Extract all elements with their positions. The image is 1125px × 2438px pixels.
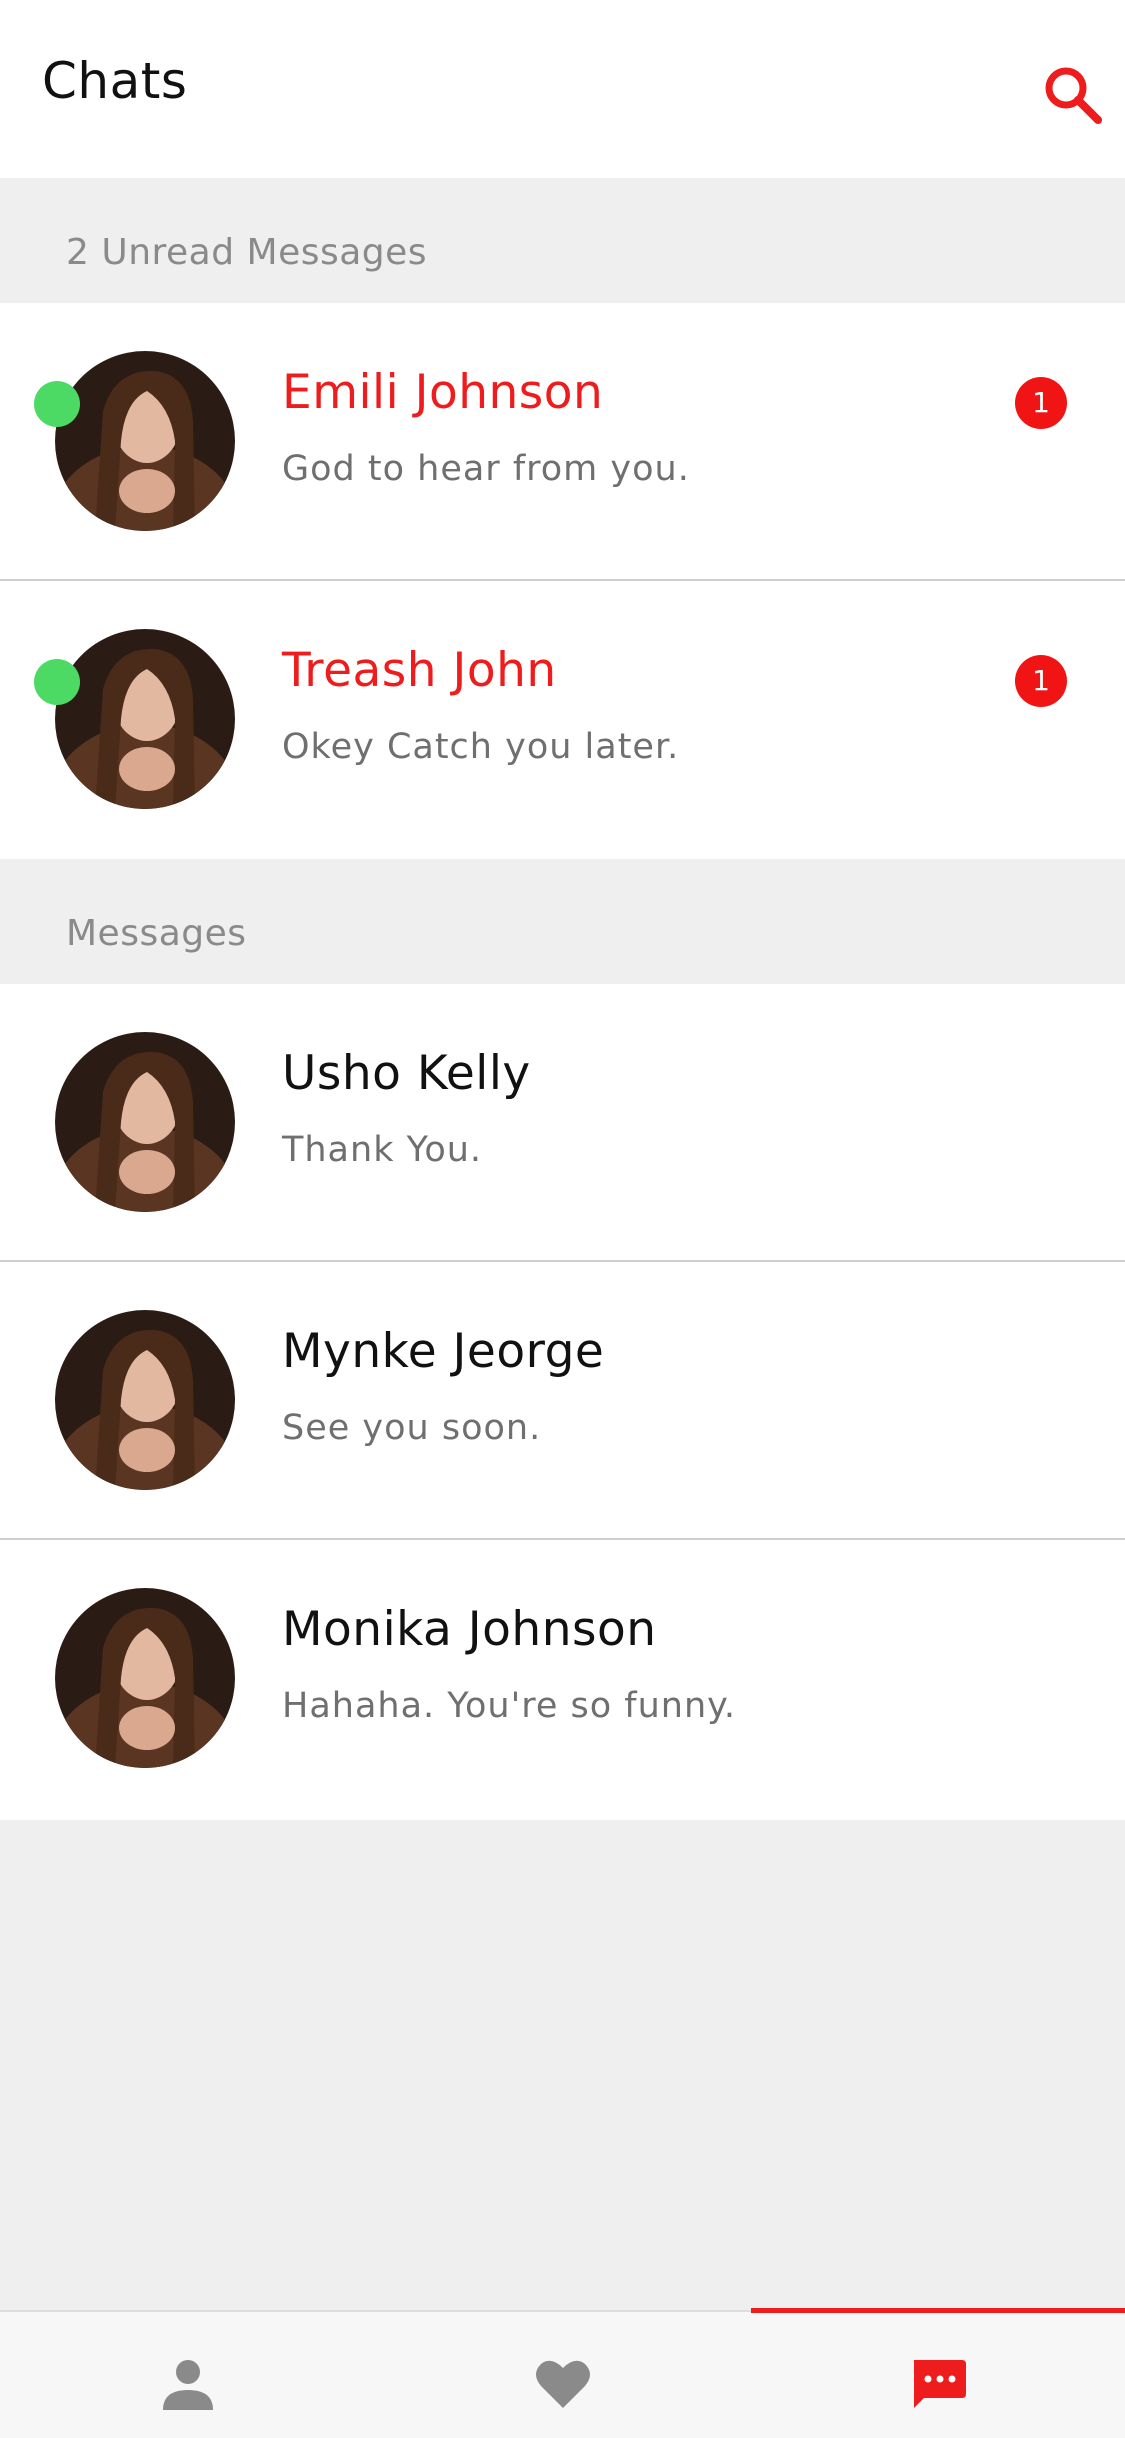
chat-bubble-icon — [913, 2360, 966, 2408]
avatar — [55, 351, 235, 531]
online-status-dot — [34, 381, 80, 427]
avatar — [55, 1588, 235, 1768]
chat-name: Emili Johnson — [282, 365, 604, 420]
chat-preview: Okey Catch you later. — [282, 727, 680, 767]
online-status-dot — [34, 659, 80, 705]
avatar — [55, 1310, 235, 1490]
chat-name: Usho Kelly — [282, 1046, 531, 1101]
heart-icon — [535, 2360, 590, 2408]
avatar — [55, 1032, 235, 1212]
app-header: Chats — [0, 0, 1125, 178]
unread-count-badge: 1 — [1015, 377, 1067, 429]
chat-preview: Thank You. — [282, 1130, 483, 1170]
bottom-navigation — [0, 2308, 1125, 2438]
avatar — [55, 629, 235, 809]
chat-row-emili-johnson[interactable]: Emili Johnson God to hear from you. 1 — [0, 303, 1125, 581]
tab-profile[interactable] — [0, 2312, 375, 2436]
chat-preview: God to hear from you. — [282, 449, 690, 489]
tab-chats[interactable] — [750, 2312, 1125, 2436]
chat-row-mynke-jeorge[interactable]: Mynke Jeorge See you soon. — [0, 1262, 1125, 1540]
chat-preview: See you soon. — [282, 1408, 542, 1448]
chat-name: Mynke Jeorge — [282, 1324, 605, 1379]
chat-preview: Hahaha. You're so funny. — [282, 1686, 736, 1726]
messages-section-label: Messages — [66, 913, 247, 954]
unread-count-badge: 1 — [1015, 655, 1067, 707]
unread-section-header: 2 Unread Messages — [0, 178, 1125, 303]
messages-section-header: Messages — [0, 859, 1125, 984]
unread-section-label: 2 Unread Messages — [66, 232, 428, 273]
chat-row-treash-john[interactable]: Treash John Okey Catch you later. 1 — [0, 581, 1125, 859]
search-button[interactable] — [1040, 62, 1106, 128]
search-icon — [1045, 67, 1102, 124]
chat-row-monika-johnson[interactable]: Monika Johnson Hahaha. You're so funny. — [0, 1540, 1125, 1820]
page-title: Chats — [42, 52, 188, 110]
chat-name: Treash John — [282, 643, 557, 698]
tab-favorites[interactable] — [375, 2312, 750, 2436]
person-icon — [162, 2360, 213, 2410]
chat-name: Monika Johnson — [282, 1602, 657, 1657]
chat-row-usho-kelly[interactable]: Usho Kelly Thank You. — [0, 984, 1125, 1262]
